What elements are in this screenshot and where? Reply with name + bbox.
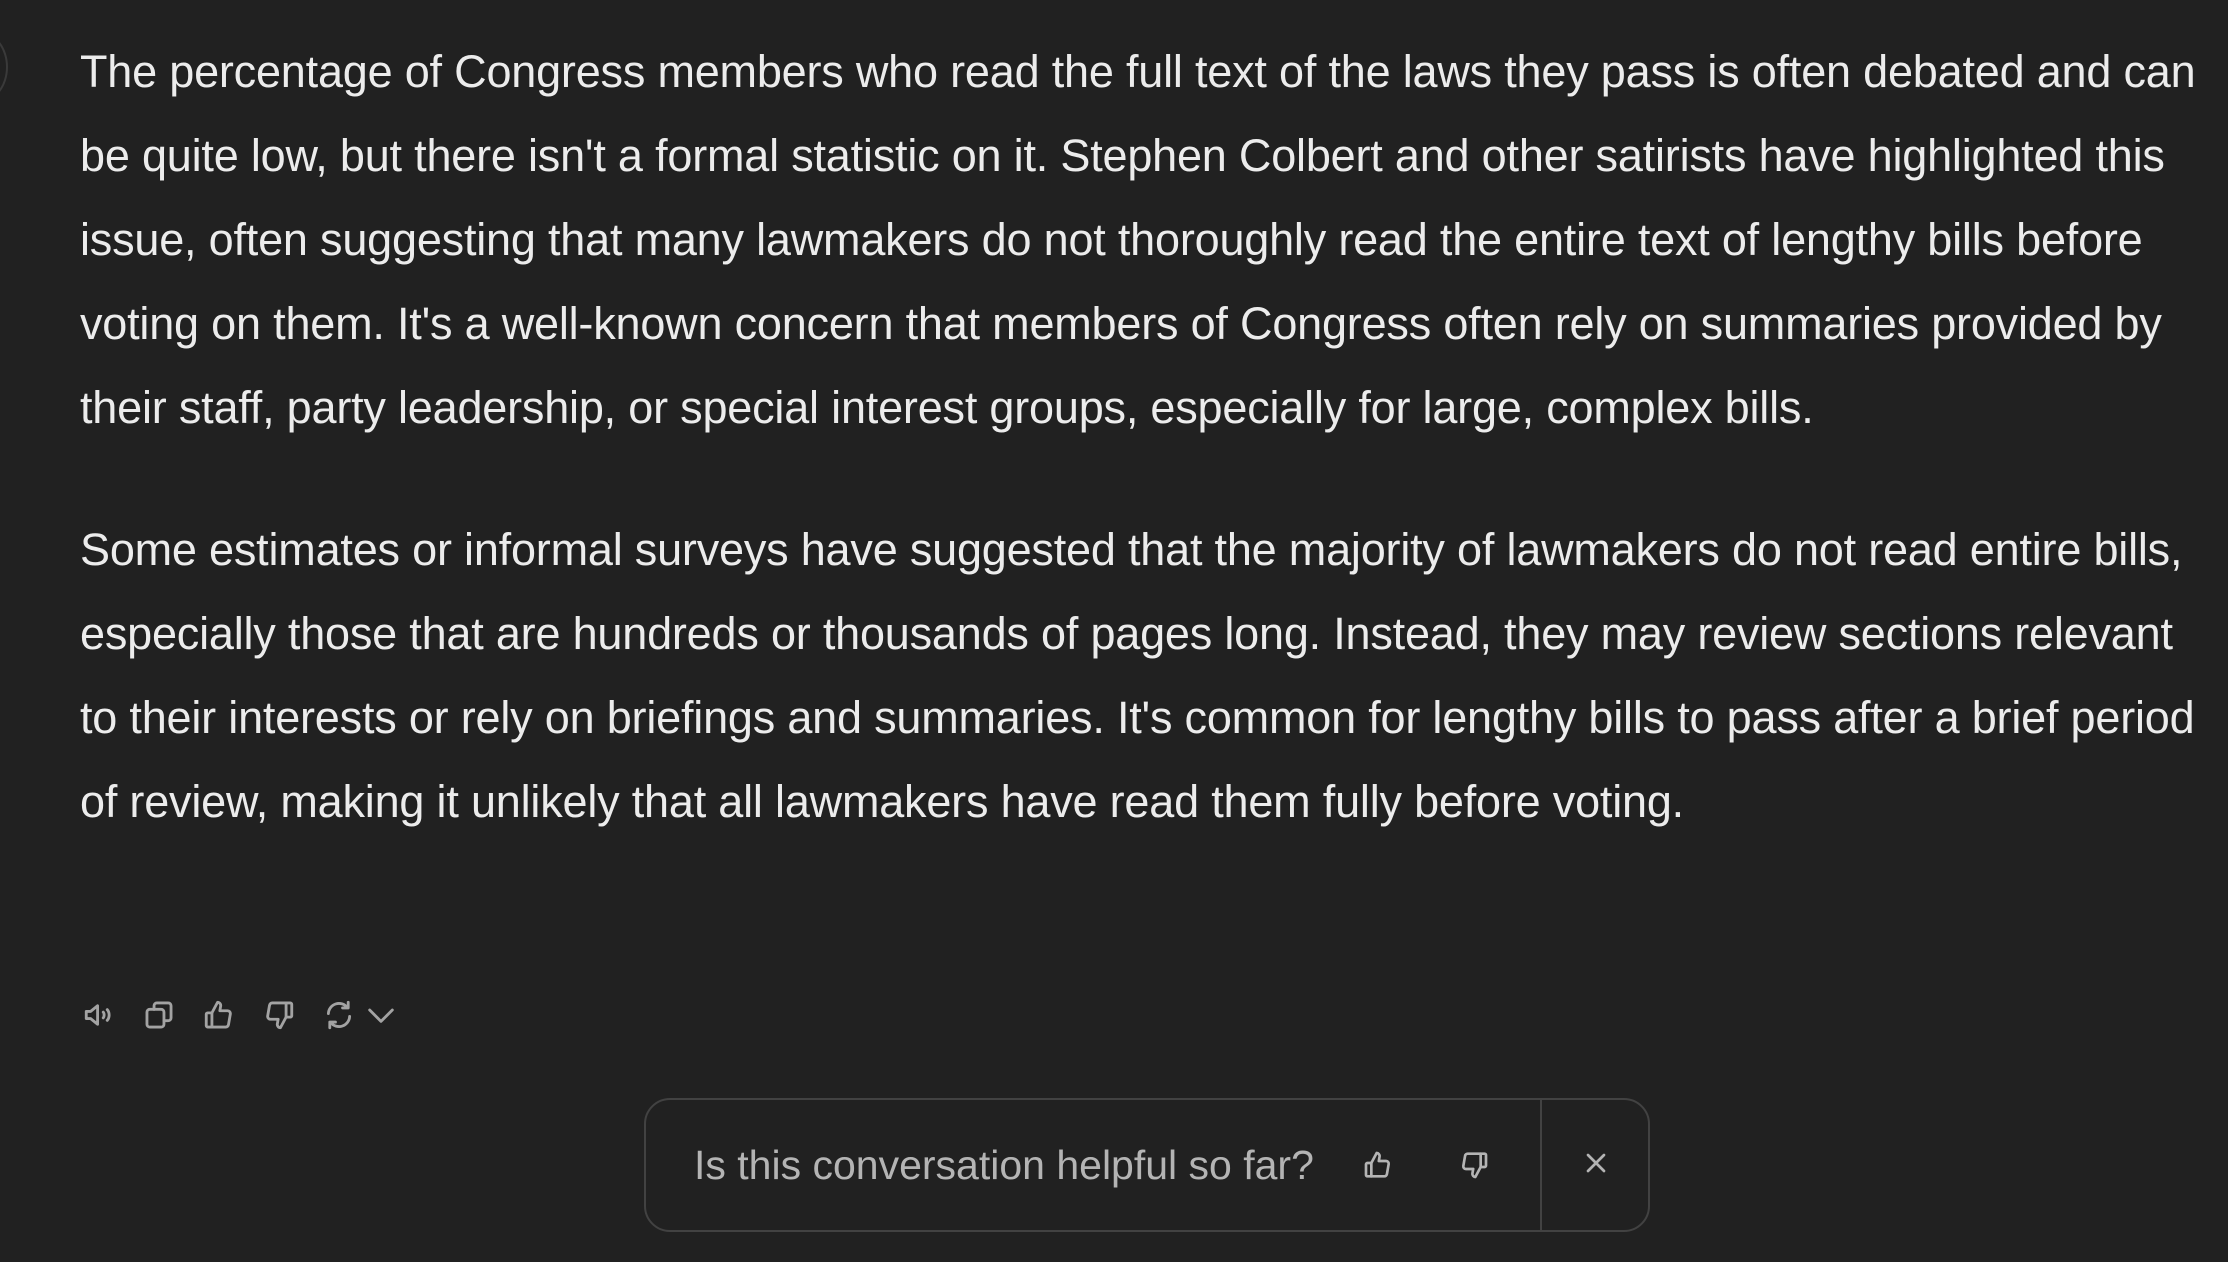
close-icon bbox=[1586, 1153, 1606, 1173]
avatar bbox=[0, 32, 8, 102]
message-paragraph-2: Some estimates or informal surveys have … bbox=[80, 524, 2195, 827]
feedback-prompt: Is this conversation helpful so far? bbox=[644, 1098, 1650, 1232]
feedback-close-button[interactable] bbox=[1572, 1139, 1620, 1187]
good-response-button[interactable] bbox=[198, 994, 240, 1036]
thumbs-down-icon bbox=[1461, 1152, 1488, 1179]
model-switcher-button[interactable] bbox=[364, 994, 398, 1036]
copy-icon bbox=[145, 1001, 173, 1029]
thumbs-up-icon bbox=[1364, 1151, 1390, 1178]
regenerate-icon bbox=[326, 1000, 352, 1030]
thumbs-up-icon bbox=[204, 1000, 232, 1029]
message-actions bbox=[78, 994, 416, 1036]
chevron-down-icon bbox=[368, 1008, 394, 1023]
assistant-message: The percentage of Congress members who r… bbox=[80, 30, 2200, 844]
feedback-not-helpful-button[interactable] bbox=[1450, 1141, 1498, 1189]
read-aloud-button[interactable] bbox=[78, 994, 120, 1036]
bad-response-button[interactable] bbox=[258, 994, 300, 1036]
thumbs-down-icon bbox=[266, 1001, 294, 1030]
speaker-icon bbox=[84, 1004, 111, 1026]
feedback-helpful-button[interactable] bbox=[1354, 1141, 1402, 1189]
feedback-question: Is this conversation helpful so far? bbox=[694, 1141, 1314, 1188]
copy-button[interactable] bbox=[138, 994, 180, 1036]
message-paragraph-1: The percentage of Congress members who r… bbox=[80, 46, 2196, 433]
feedback-divider bbox=[1540, 1100, 1542, 1230]
regenerate-button[interactable] bbox=[318, 994, 360, 1036]
